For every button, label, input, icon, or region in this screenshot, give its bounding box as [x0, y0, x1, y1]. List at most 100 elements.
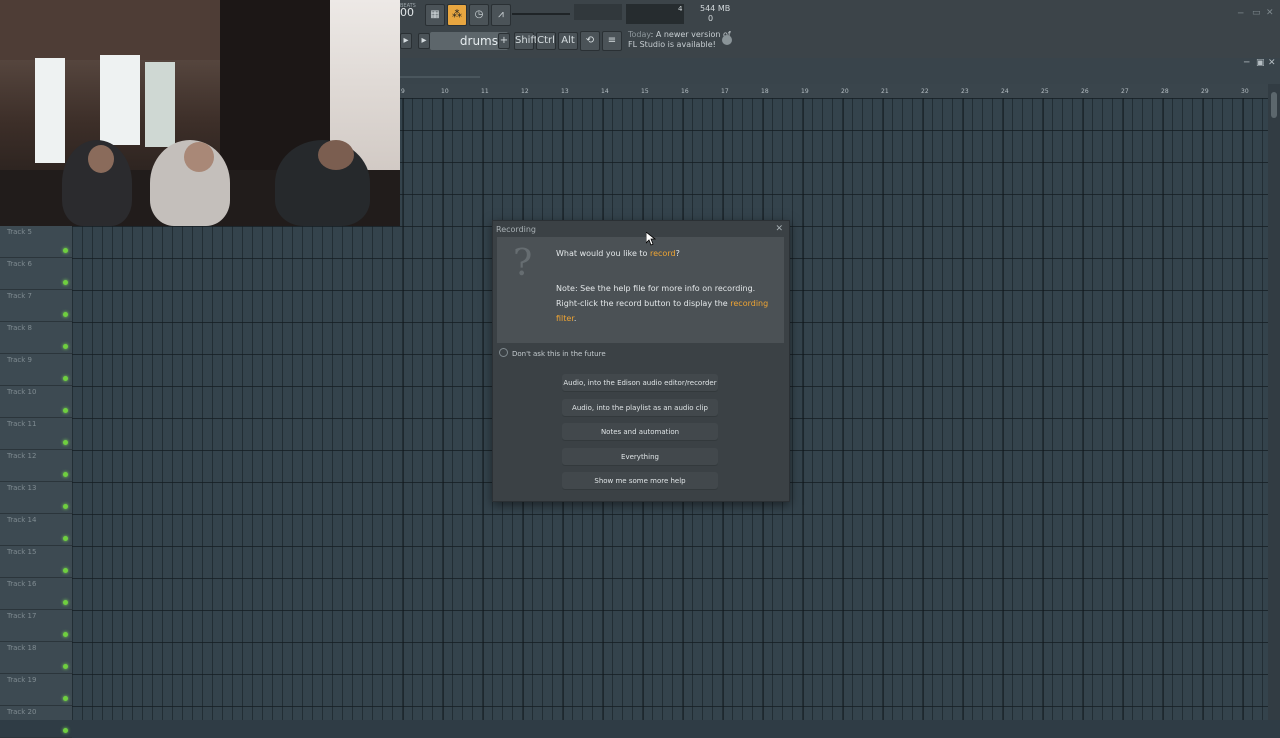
ruler-bar-label: 30 [1241, 88, 1249, 95]
track-header[interactable]: Track 6 [0, 258, 72, 290]
recording-dialog: Recording ✕ ? What would you like to rec… [492, 220, 790, 502]
polyphony-count: 0 [708, 14, 714, 23]
track-mute-led-icon[interactable] [63, 632, 68, 637]
track-mute-led-icon[interactable] [63, 568, 68, 573]
dialog-close-icon[interactable]: ✕ [775, 224, 783, 234]
track-header[interactable]: Track 15 [0, 546, 72, 578]
maximize-icon[interactable]: ▭ [1252, 8, 1261, 18]
track-mute-led-icon[interactable] [63, 440, 68, 445]
track-header[interactable]: Track 12 [0, 450, 72, 482]
track-header[interactable]: Track 9 [0, 354, 72, 386]
track-mute-led-icon[interactable] [63, 600, 68, 605]
track-mute-led-icon[interactable] [63, 728, 68, 733]
track-mute-led-icon[interactable] [63, 504, 68, 509]
track-header[interactable]: Track 8 [0, 322, 72, 354]
record-playlist-button[interactable]: Audio, into the playlist as an audio cli… [562, 399, 718, 417]
vertical-scrollbar[interactable] [1268, 84, 1280, 720]
note-line-2: Right-click the record button to display… [556, 296, 784, 326]
alt-key-button[interactable]: Alt [558, 32, 578, 50]
ruler-bar-label: 9 [401, 88, 405, 95]
track-name: Track 9 [7, 356, 32, 364]
dialog-question: What would you like to record? [556, 249, 680, 258]
piano-roll-icon[interactable]: ▦ [425, 4, 445, 26]
ruler-bar-label: 27 [1121, 88, 1129, 95]
dont-ask-label: Don't ask this in the future [512, 350, 606, 358]
ruler-bar-label: 28 [1161, 88, 1169, 95]
fl-cloud-icon[interactable]: ⟲ [580, 31, 600, 51]
track-mute-led-icon[interactable] [63, 376, 68, 381]
track-mute-led-icon[interactable] [63, 408, 68, 413]
track-header[interactable]: Track 16 [0, 578, 72, 610]
track-header[interactable]: Track 20 [0, 706, 72, 738]
note-line-2-prefix: Right-click the record button to display… [556, 299, 731, 308]
track-mute-led-icon[interactable] [63, 536, 68, 541]
master-volume-slider[interactable] [512, 13, 570, 15]
globe-icon[interactable] [722, 35, 732, 45]
scrollbar-thumb[interactable] [1271, 92, 1277, 118]
track-mute-led-icon[interactable] [63, 664, 68, 669]
track-mute-led-icon[interactable] [63, 696, 68, 701]
cpu-meter: 4 [626, 4, 684, 24]
ruler-bar-label: 19 [801, 88, 809, 95]
record-everything-button[interactable]: Everything [562, 448, 718, 466]
track-header[interactable]: Track 18 [0, 642, 72, 674]
track-mute-led-icon[interactable] [63, 280, 68, 285]
track-header[interactable]: Track 10 [0, 386, 72, 418]
ruler-bar-label: 18 [761, 88, 769, 95]
metronome-icon[interactable]: ⩘ [491, 4, 511, 26]
dialog-note: Note: See the help file for more info on… [556, 281, 784, 326]
wait-record-icon[interactable]: ◷ [469, 4, 489, 26]
track-name: Track 18 [7, 644, 37, 652]
track-mute-led-icon[interactable] [63, 248, 68, 253]
track-name: Track 8 [7, 324, 32, 332]
track-mute-led-icon[interactable] [63, 344, 68, 349]
pattern-selector[interactable]: drums [430, 32, 508, 50]
close-icon[interactable]: ✕ [1266, 8, 1274, 18]
record-link[interactable]: record [650, 249, 676, 258]
track-name: Track 5 [7, 228, 32, 236]
track-header[interactable]: Track 19 [0, 674, 72, 706]
record-notes-automation-button[interactable]: Notes and automation [562, 423, 718, 441]
news-panel[interactable]: Today: A newer version of FL Studio is a… [628, 30, 731, 50]
mouse-cursor-icon [646, 232, 656, 246]
minimize-icon[interactable]: ─ [1238, 9, 1243, 19]
track-header[interactable]: Track 5 [0, 226, 72, 258]
dont-ask-checkbox[interactable]: Don't ask this in the future [499, 348, 606, 358]
playlist-scroll-h[interactable] [400, 76, 480, 78]
question-icon: ? [513, 243, 533, 284]
track-header[interactable]: Track 14 [0, 514, 72, 546]
record-edison-button[interactable]: Audio, into the Edison audio editor/reco… [562, 374, 718, 392]
track-mute-led-icon[interactable] [63, 472, 68, 477]
note-line-1: Note: See the help file for more info on… [556, 284, 756, 293]
news-day: Today [628, 30, 651, 39]
checkbox-icon[interactable] [499, 348, 508, 357]
pattern-prev-icon[interactable]: ▸ [400, 33, 412, 49]
shift-key-button[interactable]: Shift [514, 32, 538, 50]
show-help-button[interactable]: Show me some more help [562, 472, 718, 490]
ruler-bar-label: 26 [1081, 88, 1089, 95]
track-name: Track 15 [7, 548, 37, 556]
ruler-bar-label: 24 [1001, 88, 1009, 95]
ruler-bar-label: 20 [841, 88, 849, 95]
track-header[interactable]: Track 13 [0, 482, 72, 514]
track-name: Track 19 [7, 676, 37, 684]
playlist-close-icon[interactable]: ✕ [1268, 58, 1276, 68]
track-mute-led-icon[interactable] [63, 312, 68, 317]
track-name: Track 20 [7, 708, 37, 716]
pattern-next-icon[interactable]: + [498, 33, 510, 49]
news-icon[interactable]: ≡ [602, 31, 622, 51]
track-header[interactable]: Track 7 [0, 290, 72, 322]
pattern-prev-icon[interactable]: ▸ [418, 33, 430, 49]
track-header[interactable]: Track 11 [0, 418, 72, 450]
track-name: Track 17 [7, 612, 37, 620]
step-sequencer-icon[interactable]: ⁂ [447, 4, 467, 26]
timeline-ruler[interactable]: 9 10 11 12 13 14 15 16 17 18 19 20 21 22 23 24 25 26 27 28 2… [400, 84, 1268, 98]
ruler-bar-label: 16 [681, 88, 689, 95]
playlist-maximize-icon[interactable]: ▣ [1256, 58, 1265, 68]
playlist-minimize-icon[interactable]: ─ [1244, 58, 1249, 68]
webcam-overlay [0, 0, 400, 226]
track-header[interactable]: Track 17 [0, 610, 72, 642]
ruler-bar-label: 15 [641, 88, 649, 95]
track-name: Track 14 [7, 516, 37, 524]
ctrl-key-button[interactable]: Ctrl [536, 32, 556, 50]
